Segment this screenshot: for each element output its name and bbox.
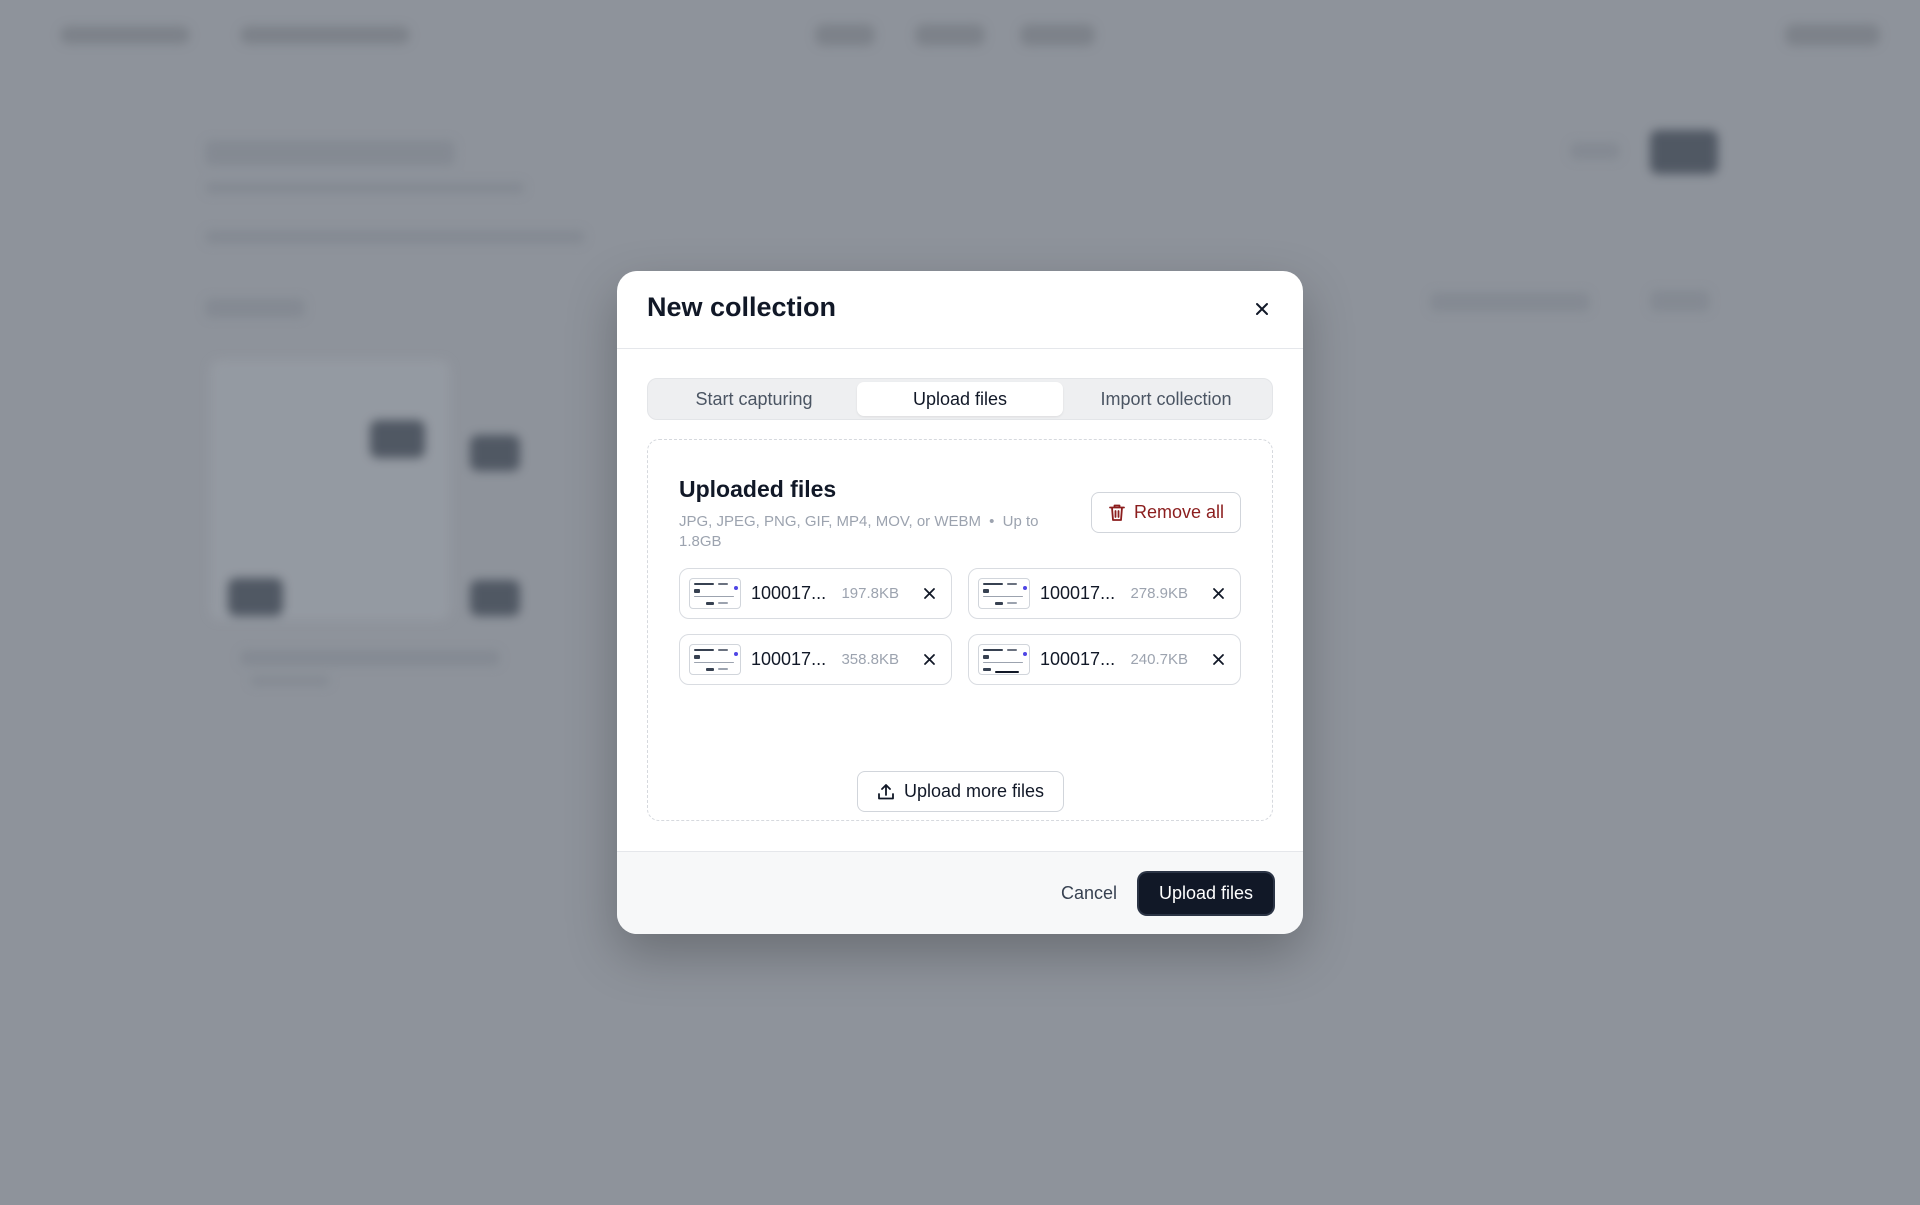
file-thumbnail xyxy=(689,578,741,609)
remove-all-button[interactable]: Remove all xyxy=(1091,492,1241,533)
background-tabs xyxy=(205,230,585,244)
file-size: 240.7KB xyxy=(1130,651,1188,668)
dialog-title: New collection xyxy=(647,292,837,322)
file-name: 100017... xyxy=(751,649,827,669)
background-user xyxy=(1785,24,1880,46)
remove-file-button[interactable] xyxy=(1208,584,1228,604)
upload-more-files-button[interactable]: Upload more files xyxy=(857,771,1064,812)
background-thumb xyxy=(370,420,425,458)
remove-all-label: Remove all xyxy=(1133,502,1225,522)
remove-file-button[interactable] xyxy=(919,584,939,604)
background-nav-item xyxy=(815,24,875,46)
background-thumb xyxy=(470,580,520,616)
trash-icon xyxy=(1109,504,1125,521)
tab-start-capturing[interactable]: Start capturing xyxy=(651,382,857,416)
background-button xyxy=(1570,142,1620,160)
file-item: 100017... 240.7KB xyxy=(968,634,1241,685)
background-filter xyxy=(1430,292,1590,312)
upload-dropzone[interactable]: Uploaded files JPG, JPEG, PNG, GIF, MP4,… xyxy=(647,439,1273,821)
remove-file-button[interactable] xyxy=(919,650,939,670)
background-section-title xyxy=(205,298,305,318)
background-card-title xyxy=(240,650,500,666)
background-card-meta xyxy=(250,676,330,686)
formats-list: JPG, JPEG, PNG, GIF, MP4, MOV, or WEBM xyxy=(679,513,981,530)
background-page-title xyxy=(205,140,455,166)
file-size: 358.8KB xyxy=(841,651,899,668)
background-subtitle xyxy=(205,182,525,194)
background-logo xyxy=(60,26,190,44)
background-breadcrumb xyxy=(240,26,410,44)
close-icon xyxy=(1212,588,1224,599)
file-item: 100017... 278.9KB xyxy=(968,568,1241,619)
close-icon xyxy=(923,654,935,665)
file-name: 100017... xyxy=(1040,583,1116,603)
background-nav-item xyxy=(1020,24,1095,46)
remove-file-button[interactable] xyxy=(1208,650,1228,670)
background-nav-item xyxy=(915,24,985,46)
uploaded-files-title: Uploaded files xyxy=(679,476,837,502)
upload-more-label: Upload more files xyxy=(903,781,1045,801)
new-collection-dialog: New collection Start capturing Upload fi… xyxy=(617,271,1303,934)
upload-icon xyxy=(878,783,894,799)
allowed-formats-text: JPG, JPEG, PNG, GIF, MP4, MOV, or WEBM •… xyxy=(679,512,1069,552)
file-name: 100017... xyxy=(1040,649,1116,669)
tab-bar: Start capturing Upload files Import coll… xyxy=(647,378,1273,420)
file-item: 100017... 358.8KB xyxy=(679,634,952,685)
close-button[interactable] xyxy=(1251,298,1273,320)
background-primary-button xyxy=(1650,130,1718,174)
file-thumbnail xyxy=(689,644,741,675)
upload-files-button[interactable]: Upload files xyxy=(1139,873,1273,914)
formats-separator: • xyxy=(989,513,995,530)
background-thumb xyxy=(470,435,520,471)
file-size: 197.8KB xyxy=(841,585,899,602)
tab-upload-files[interactable]: Upload files xyxy=(857,382,1063,416)
background-thumb xyxy=(228,578,283,616)
tab-import-collection[interactable]: Import collection xyxy=(1063,382,1269,416)
cancel-button[interactable]: Cancel xyxy=(1048,873,1130,913)
file-thumbnail xyxy=(978,578,1030,609)
file-item: 100017... 197.8KB xyxy=(679,568,952,619)
file-name: 100017... xyxy=(751,583,827,603)
file-thumbnail xyxy=(978,644,1030,675)
close-icon xyxy=(923,588,935,599)
file-size: 278.9KB xyxy=(1130,585,1188,602)
close-icon xyxy=(1212,654,1224,665)
dialog-footer: Cancel Upload files xyxy=(617,851,1303,934)
background-view-toggle xyxy=(1650,290,1710,312)
close-icon xyxy=(1256,303,1268,315)
background-topbar xyxy=(0,0,1920,70)
dialog-header: New collection xyxy=(617,271,1303,349)
